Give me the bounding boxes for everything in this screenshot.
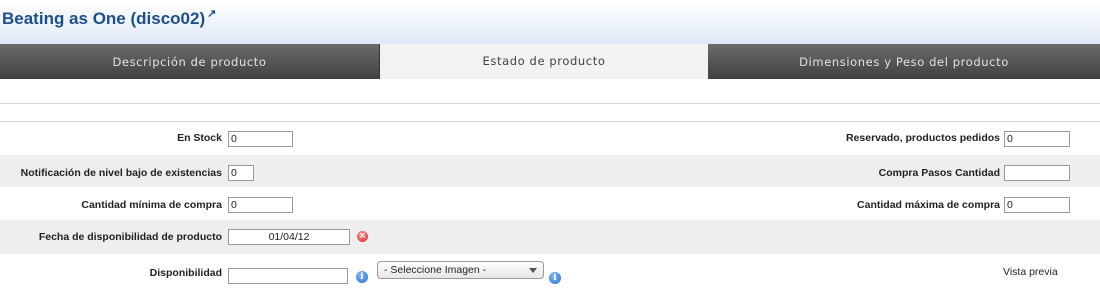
page-header: Beating as One (disco02) ↗ [0,0,1100,44]
cantidad-minima-label: Cantidad mínima de compra [81,199,222,211]
tab-bar: Descripción de producto Estado de produc… [0,44,1100,79]
info-icon[interactable]: i [549,272,561,284]
info-icon[interactable]: i [356,271,368,283]
notificacion-label: Notificación de nivel bajo de existencia… [20,167,222,179]
cantidad-minima-input[interactable] [228,197,293,213]
compra-pasos-label: Compra Pasos Cantidad [878,167,1000,179]
en-stock-input[interactable] [228,131,293,147]
divider [0,103,1100,104]
compra-pasos-input[interactable] [1004,165,1070,181]
en-stock-label: En Stock [177,132,222,144]
notificacion-input[interactable] [228,165,254,181]
disponibilidad-input[interactable] [228,268,348,284]
reservado-label: Reservado, productos pedidos [845,132,1000,144]
imagen-select-value: - Seleccione Imagen - [384,264,487,276]
fecha-input[interactable] [228,229,350,245]
fecha-label: Fecha de disponibilidad de producto [38,231,222,243]
tab-dimensiones[interactable]: Dimensiones y Peso del producto [708,44,1100,79]
cantidad-maxima-input[interactable] [1004,197,1070,213]
chevron-down-icon [529,268,537,273]
disponibilidad-label: Disponibilidad [149,267,222,279]
product-title[interactable]: Beating as One (disco02) ↗ [2,8,216,29]
product-title-text[interactable]: Beating as One (disco02) [2,9,205,28]
preview-label: Vista previa [1003,266,1058,278]
external-link-icon[interactable]: ↗ [207,8,216,20]
clear-date-icon[interactable]: × [357,231,368,242]
tab-estado[interactable]: Estado de producto [380,44,708,79]
tab-descripcion[interactable]: Descripción de producto [0,44,380,79]
imagen-select[interactable]: - Seleccione Imagen - [377,261,544,279]
reservado-input[interactable] [1004,131,1070,147]
cantidad-maxima-label: Cantidad máxima de compra [857,199,1000,211]
